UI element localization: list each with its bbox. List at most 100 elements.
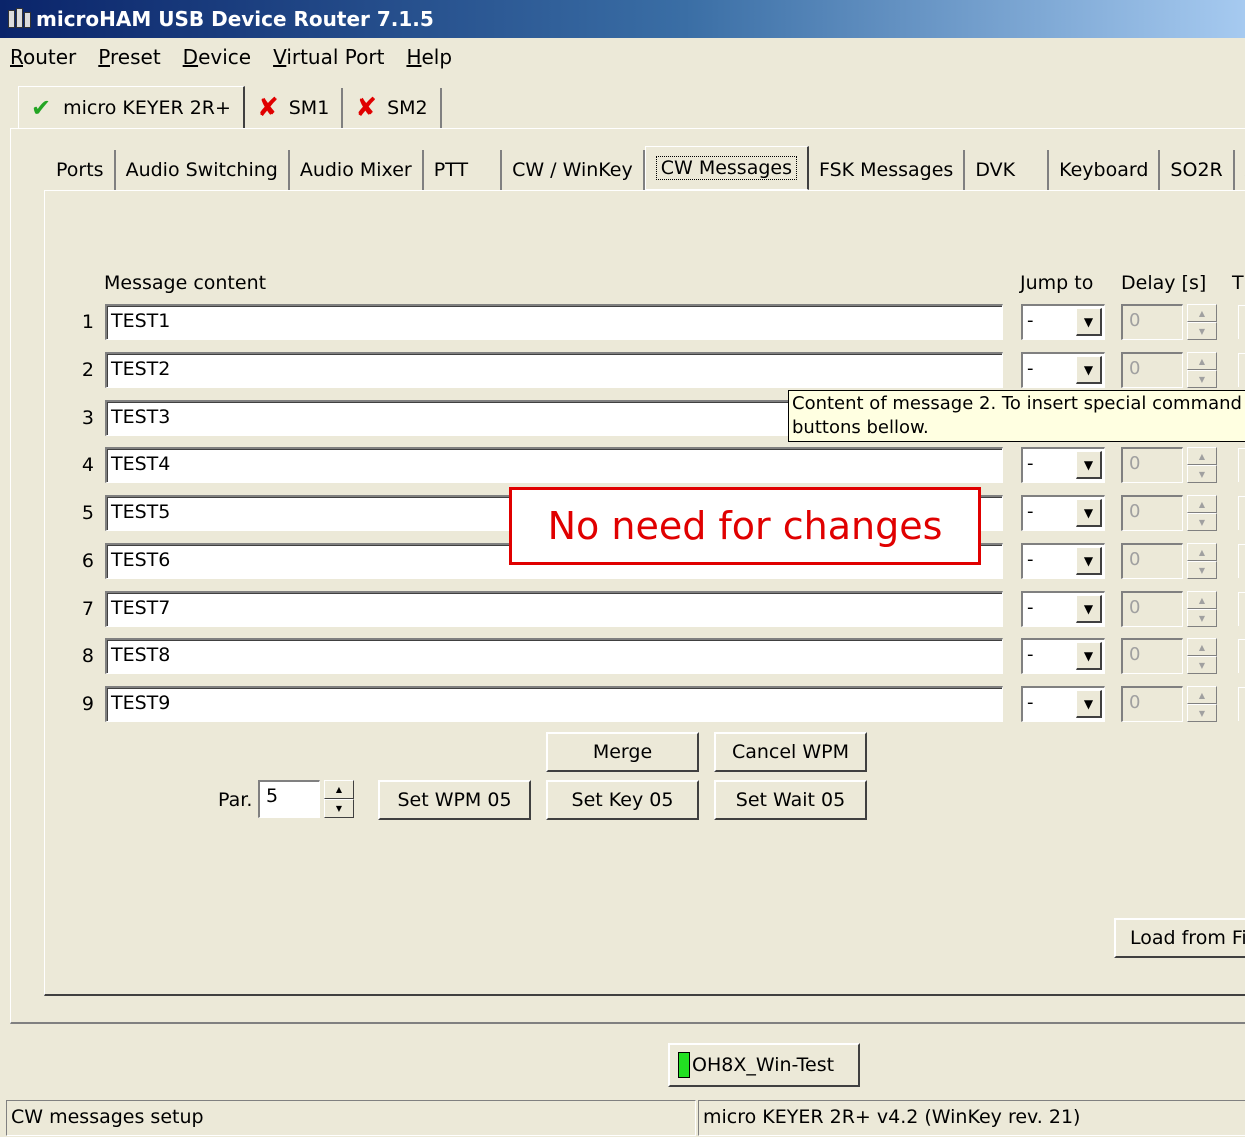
tab-label: SM1	[288, 97, 330, 119]
delay-value: 0	[1129, 310, 1141, 331]
delay-input-1: 0	[1121, 304, 1183, 340]
delay-value: 0	[1129, 501, 1141, 522]
menu-preset[interactable]: Preset	[98, 45, 160, 69]
jump-value: -	[1027, 597, 1034, 618]
page-tabs: Ports Audio Switching Audio Mixer PTT CW…	[46, 146, 1245, 190]
dropdown-arrow-icon[interactable]: ▼	[1076, 308, 1102, 336]
tab-fsk-messages[interactable]: FSK Messages	[809, 150, 966, 190]
par-input[interactable]: 5	[258, 780, 320, 818]
row-button-5[interactable]	[1238, 496, 1245, 530]
jump-to-select-1[interactable]: - ▼	[1021, 304, 1105, 340]
row-button-2[interactable]	[1238, 353, 1245, 387]
row-button-9[interactable]	[1238, 687, 1245, 721]
title-bar: microHAM USB Device Router 7.1.5	[0, 0, 1245, 38]
row-button-6[interactable]	[1238, 544, 1245, 578]
tab-cw-winkey[interactable]: CW / WinKey	[502, 150, 645, 190]
jump-to-select-8[interactable]: - ▼	[1021, 638, 1105, 674]
delay-input-8: 0	[1121, 638, 1183, 674]
menu-help[interactable]: Help	[406, 45, 452, 69]
message-input-7[interactable]: TEST7	[105, 591, 1003, 627]
jump-to-select-4[interactable]: - ▼	[1021, 447, 1105, 483]
dropdown-arrow-icon[interactable]: ▼	[1076, 595, 1102, 623]
delay-value: 0	[1129, 692, 1141, 713]
tab-keyboard[interactable]: Keyboard	[1049, 150, 1161, 190]
spin-down-icon: ▼	[1187, 561, 1217, 579]
tab-audio-switching[interactable]: Audio Switching	[116, 150, 290, 190]
tab-ports[interactable]: Ports	[46, 150, 116, 190]
menu-virtual-port[interactable]: Virtual Port	[273, 45, 384, 69]
window-title: microHAM USB Device Router 7.1.5	[36, 7, 434, 31]
dropdown-arrow-icon[interactable]: ▼	[1076, 356, 1102, 384]
row-button-4[interactable]	[1238, 448, 1245, 482]
row-number: 4	[81, 454, 94, 476]
profile-label: OH8X_Win-Test	[692, 1054, 835, 1076]
tab-so2r[interactable]: SO2R	[1160, 150, 1235, 190]
set-wpm-button[interactable]: Set WPM 05	[378, 780, 531, 820]
set-key-button[interactable]: Set Key 05	[546, 780, 699, 820]
x-icon: ✘	[355, 93, 378, 123]
status-bar: CW messages setup micro KEYER 2R+ v4.2 (…	[6, 1100, 1245, 1136]
tab-cw-messages[interactable]: CW Messages	[644, 146, 809, 190]
header-message-content: Message content	[104, 272, 267, 294]
jump-value: -	[1027, 310, 1034, 331]
delay-input-6: 0	[1121, 543, 1183, 579]
delay-input-2: 0	[1121, 352, 1183, 388]
dropdown-arrow-icon[interactable]: ▼	[1076, 451, 1102, 479]
message-input-4[interactable]: TEST4	[105, 447, 1003, 483]
dropdown-arrow-icon[interactable]: ▼	[1076, 690, 1102, 718]
delay-value: 0	[1129, 358, 1141, 379]
delay-spinner-5: ▲ ▼	[1187, 495, 1217, 531]
spin-up-icon: ▲	[1187, 591, 1217, 609]
delay-input-4: 0	[1121, 447, 1183, 483]
delay-value: 0	[1129, 644, 1141, 665]
jump-to-select-7[interactable]: - ▼	[1021, 591, 1105, 627]
menu-device[interactable]: Device	[183, 45, 251, 69]
row-button-7[interactable]	[1238, 592, 1245, 626]
row-number: 1	[81, 311, 94, 333]
delay-value: 0	[1129, 597, 1141, 618]
jump-to-select-6[interactable]: - ▼	[1021, 543, 1105, 579]
dropdown-arrow-icon[interactable]: ▼	[1076, 547, 1102, 575]
tab-micro-keyer[interactable]: ✔ micro KEYER 2R+	[18, 86, 245, 128]
spin-up-icon: ▲	[1187, 638, 1217, 656]
jump-value: -	[1027, 692, 1034, 713]
message-input-8[interactable]: TEST8	[105, 638, 1003, 674]
delay-value: 0	[1129, 453, 1141, 474]
dropdown-arrow-icon[interactable]: ▼	[1076, 499, 1102, 527]
spin-down-icon: ▼	[1187, 370, 1217, 388]
tab-ptt[interactable]: PTT	[424, 150, 503, 190]
tab-more[interactable]: A	[1235, 150, 1245, 190]
load-from-file-button[interactable]: Load from Fi	[1114, 918, 1245, 958]
jump-value: -	[1027, 358, 1034, 379]
message-input-9[interactable]: TEST9	[105, 686, 1003, 722]
jump-to-select-9[interactable]: - ▼	[1021, 686, 1105, 722]
par-spinner[interactable]: ▲ ▼	[324, 780, 354, 818]
row-button-8[interactable]	[1238, 639, 1245, 673]
x-icon: ✘	[256, 93, 279, 123]
dropdown-arrow-icon[interactable]: ▼	[1076, 642, 1102, 670]
spin-up-icon[interactable]: ▲	[324, 780, 354, 799]
message-input-2[interactable]: TEST2	[105, 352, 1003, 388]
jump-to-select-5[interactable]: - ▼	[1021, 495, 1105, 531]
tab-sm2[interactable]: ✘ SM2	[343, 88, 442, 128]
spin-down-icon[interactable]: ▼	[324, 799, 354, 818]
tab-audio-mixer[interactable]: Audio Mixer	[290, 150, 424, 190]
spin-up-icon: ▲	[1187, 352, 1217, 370]
profile-button[interactable]: OH8X_Win-Test	[668, 1043, 860, 1087]
merge-button[interactable]: Merge	[546, 732, 699, 772]
row-button-1[interactable]	[1238, 305, 1245, 339]
row-number: 5	[81, 502, 94, 524]
cancel-wpm-button[interactable]: Cancel WPM	[714, 732, 867, 772]
spin-down-icon: ▼	[1187, 609, 1217, 627]
jump-to-select-2[interactable]: - ▼	[1021, 352, 1105, 388]
menu-router[interactable]: Router	[10, 45, 76, 69]
app-icon	[6, 6, 32, 32]
delay-input-7: 0	[1121, 591, 1183, 627]
set-wait-button[interactable]: Set Wait 05	[714, 780, 867, 820]
delay-input-9: 0	[1121, 686, 1183, 722]
tab-sm1[interactable]: ✘ SM1	[245, 88, 344, 128]
tab-dvk[interactable]: DVK	[965, 150, 1050, 190]
status-right: micro KEYER 2R+ v4.2 (WinKey rev. 21)	[698, 1100, 1245, 1136]
message-input-1[interactable]: TEST1	[105, 304, 1003, 340]
spin-up-icon: ▲	[1187, 543, 1217, 561]
